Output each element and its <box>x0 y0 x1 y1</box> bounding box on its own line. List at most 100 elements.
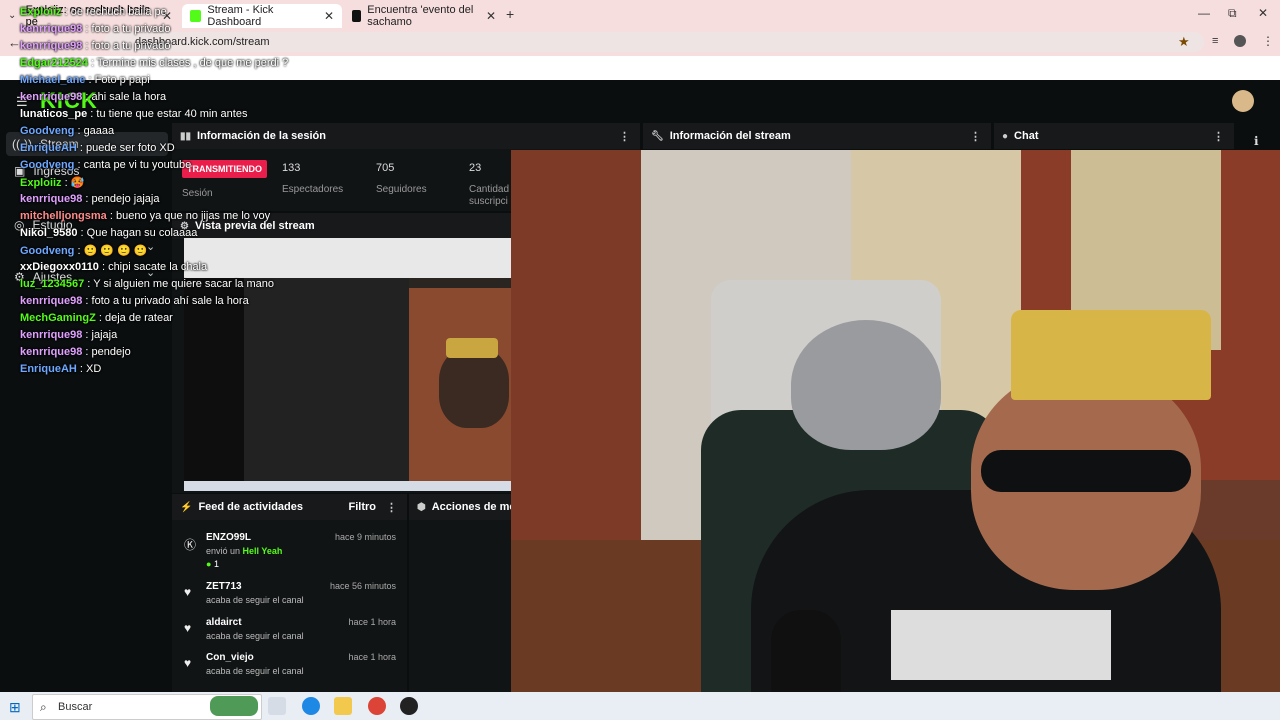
chat-message: kenrrique98 : pendejo jajaja <box>20 193 160 205</box>
chat-user: Goodveng <box>20 159 75 171</box>
chat-text: pendejo <box>91 346 131 358</box>
chat-user: Michael_ane <box>20 74 86 86</box>
chat-message: kenrrique98 : foto a tu privado ahí sale… <box>20 295 249 307</box>
chat-text: foto a tu privado <box>91 23 171 35</box>
restore-button[interactable]: ⧉ <box>1228 6 1237 21</box>
feed-user[interactable]: Con_viejo <box>206 652 254 663</box>
kick-gift-icon: Ⓚ <box>184 538 197 552</box>
chat-user: xxDiegoxx0110 <box>20 261 99 273</box>
heart-icon: ♥ <box>184 585 192 599</box>
search-icon: ⌕ <box>40 700 47 714</box>
chat-text: foto a tu privado <box>91 40 171 52</box>
chat-user: mitchelljongsma <box>20 210 107 222</box>
chat-message: kenrrique98 : ahi sale la hora <box>20 91 167 103</box>
chat-user: kenrrique98 <box>20 329 83 341</box>
file-explorer-icon[interactable] <box>334 697 352 715</box>
more-options-icon[interactable]: ⋮ <box>386 501 397 514</box>
chat-text: chipi sacate la chala <box>108 261 208 273</box>
windows-start-icon[interactable]: ⊞ <box>9 699 21 716</box>
mod-actions-header: ⬢ Acciones de mode <box>409 494 529 520</box>
crown <box>1011 310 1211 400</box>
taskbar-search-placeholder: Buscar <box>58 701 93 713</box>
chat-user: MechGamingZ <box>20 312 96 324</box>
stream-info-title: Información del stream <box>669 130 791 142</box>
feed-highlight: Hell Yeah <box>242 546 283 556</box>
chat-message: luz_1234567 : Y si alguien me quiere sac… <box>20 278 274 290</box>
chat-user: lunaticos_pe <box>20 108 88 120</box>
chat-message: EnriqueAH : XD <box>20 363 102 375</box>
task-view-icon[interactable] <box>268 697 286 715</box>
chat-text: Y si alguien me quiere sacar la mano <box>93 278 274 290</box>
chat-message: mitchelljongsma : bueno ya que no jijas … <box>20 210 271 222</box>
feed-user[interactable]: ENZO99L <box>206 532 251 543</box>
list-item: ♥ Con_viejo hace 1 hora acaba de seguir … <box>180 652 410 686</box>
edge-icon[interactable] <box>302 697 320 715</box>
more-options-icon[interactable]: ⋮ <box>1262 34 1274 48</box>
star-icon[interactable]: ★ <box>1178 34 1190 50</box>
more-options-icon[interactable]: ⋮ <box>1213 130 1224 143</box>
chat-text: foto a tu privado ahí sale la hora <box>91 295 249 307</box>
chat-message: lunaticos_pe : tu tiene que estar 40 min… <box>20 108 248 120</box>
info-icon[interactable]: ℹ <box>1254 134 1259 148</box>
chat-message: xxDiegoxx0110 : chipi sacate la chala <box>20 261 208 273</box>
feed-header: ⚡ Feed de actividades Filtro ⋮ <box>172 494 407 520</box>
feed-time: hace 1 hora <box>348 652 396 662</box>
chat-user: Edgar212524 <box>20 57 88 69</box>
chat-user: EnriqueAH <box>20 142 77 154</box>
chat-text: pendejo jajaja <box>91 193 160 205</box>
feed-time: hace 9 minutos <box>334 532 396 542</box>
chat-message: Goodveng : gaaaa <box>20 125 115 137</box>
stream-info-header: 🔧︎ Información del stream ⋮ <box>643 123 991 149</box>
chat-overlay: Exploiiz : oe rechuch baila pe kenrrique… <box>0 0 520 380</box>
chat-text: 🥵 <box>70 177 85 189</box>
chat-user: kenrrique98 <box>20 295 83 307</box>
chat-user: Goodveng <box>20 125 75 137</box>
feed-title: Feed de actividades <box>198 501 303 513</box>
chat-title: Chat <box>1014 130 1039 142</box>
sunglasses <box>981 450 1191 492</box>
avatar[interactable] <box>1232 90 1254 112</box>
chat-user: Exploiiz <box>20 6 62 18</box>
chat-message: kenrrique98 : foto a tu privado <box>20 23 171 35</box>
gift-count-value: 1 <box>213 559 219 569</box>
chat-message: kenrrique98 : foto a tu privado <box>20 40 171 52</box>
more-options-icon[interactable]: ⋮ <box>970 130 981 143</box>
chat-text: puede ser foto XD <box>86 142 175 154</box>
chat-user: kenrrique98 <box>20 193 83 205</box>
chat-text: gaaaa <box>83 125 115 137</box>
media-icon[interactable]: ≡ <box>1212 35 1218 47</box>
chat-text: XD <box>86 363 102 375</box>
obs-icon[interactable] <box>400 697 418 715</box>
chat-message: Goodveng : 🙂 🙂 🙂 🙂 <box>20 245 148 257</box>
wolf-plush <box>791 320 941 450</box>
chat-message: MechGamingZ : deja de ratear <box>20 312 173 324</box>
shield-icon: ⬢ <box>417 501 426 513</box>
webcam-video <box>511 150 1280 720</box>
chat-text: canta pe vi tu youtube <box>83 159 192 171</box>
chat-text: tu tiene que estar 40 min antes <box>96 108 248 120</box>
minimize-button[interactable]: — <box>1198 6 1210 20</box>
chat-message: EnriqueAH : puede ser foto XD <box>20 142 175 154</box>
chat-text: Termine mis clases , de que me perdi ? <box>96 57 289 69</box>
profile-icon[interactable] <box>1234 35 1246 47</box>
chrome-icon[interactable] <box>368 697 386 715</box>
more-options-icon[interactable]: ⋮ <box>619 130 630 143</box>
chat-message: Edgar212524 : Termine mis clases , de qu… <box>20 57 289 69</box>
chat-user: luz_1234567 <box>20 278 85 290</box>
chat-message: Nikol_9580 : Que hagan su colaaaa <box>20 227 198 239</box>
chat-text: bueno ya que no jijas me lo voy <box>115 210 271 222</box>
chat-user: Nikol_9580 <box>20 227 78 239</box>
feed-time: hace 1 hora <box>348 617 396 627</box>
heart-icon: ♥ <box>184 656 192 670</box>
shirt-print <box>891 610 1111 680</box>
list-item: ♥ ZET713 hace 56 minutos acaba de seguir… <box>180 581 410 615</box>
gift-count: ● 1 <box>206 559 219 569</box>
chat-header: ● Chat ⋮ <box>994 123 1234 149</box>
feed-user[interactable]: aldairct <box>206 617 242 628</box>
filter-button[interactable]: Filtro <box>349 501 377 513</box>
feed-user[interactable]: ZET713 <box>206 581 242 592</box>
chat-panel: ● Chat ⋮ <box>994 123 1234 149</box>
close-window-button[interactable]: ✕ <box>1258 6 1268 20</box>
wrench-icon: 🔧︎ <box>651 130 664 142</box>
feed-sub: envió un Hell Yeah <box>206 546 282 556</box>
